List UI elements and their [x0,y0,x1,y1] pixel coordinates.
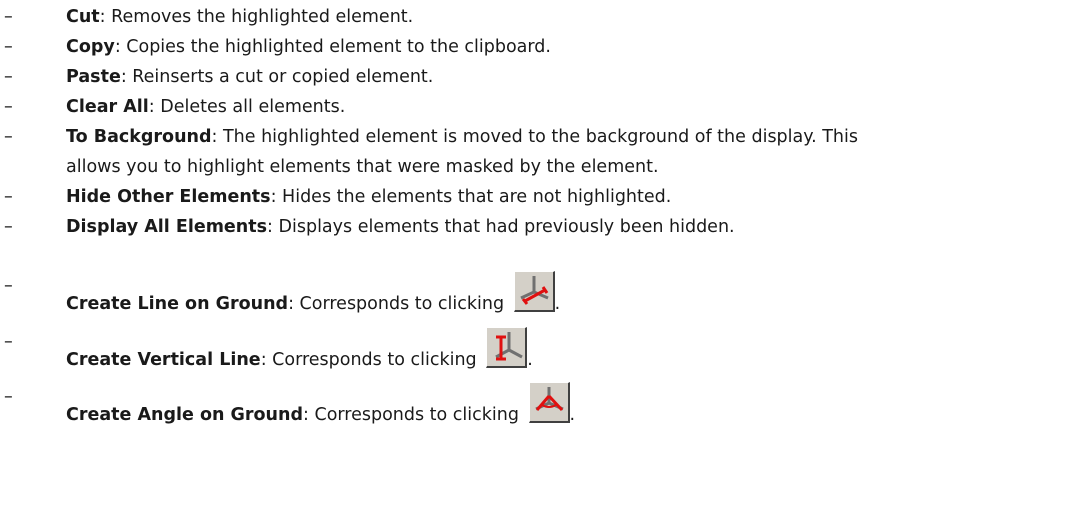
bullet-dash: – [4,127,13,147]
bullet-dash: – [4,37,13,57]
term-copy: Copy [66,37,115,57]
term-cut: Cut [66,7,100,27]
term-create-angle-on-ground: Create Angle on Ground [66,405,304,425]
desc-paste: : Reinserts a cut or copied element. [120,67,434,87]
desc-copy: : Copies the highlighted element to the … [114,37,551,57]
bullet-dash: – [4,387,13,407]
desc-cut: : Removes the highlighted element. [99,7,414,27]
bullet-dash: – [4,276,13,296]
term-display-all-elements: Display All Elements [66,217,268,237]
desc-display-all-elements: : Displays elements that had previously … [267,217,735,237]
term-hide-other-elements: Hide Other Elements [66,187,271,207]
desc-create-line-on-ground: : Corresponds to clicking [288,294,510,314]
create-line-on-ground-icon[interactable] [513,271,555,312]
period: . [554,294,561,314]
period: . [527,350,533,370]
period: . [569,405,576,425]
term-to-background: To Background [66,127,212,147]
bullet-dash: – [4,7,13,27]
term-clear-all: Clear All [66,97,149,117]
create-vertical-line-icon[interactable] [486,327,528,368]
desc-clear-all: : Deletes all elements. [148,97,346,117]
desc-hide-other-elements: : Hides the elements that are not highli… [270,187,672,207]
desc-create-angle-on-ground: : Corresponds to clicking [303,405,525,425]
desc-to-background: : The highlighted element is moved to th… [211,127,858,147]
bullet-dash: – [4,217,13,237]
bullet-dash: – [4,332,13,352]
bullet-dash: – [4,67,13,87]
term-create-line-on-ground: Create Line on Ground [66,294,289,314]
desc-create-vertical-line: : Corresponds to clicking [260,350,483,370]
bullet-dash: – [4,97,13,117]
document-page: – Cut: Removes the highlighted element. … [0,0,1084,509]
term-create-vertical-line: Create Vertical Line [66,350,261,370]
desc-to-background-line2: allows you to highlight elements that we… [66,157,659,177]
term-paste: Paste [66,67,121,87]
bullet-dash: – [4,187,13,207]
create-angle-on-ground-icon[interactable] [528,382,570,423]
